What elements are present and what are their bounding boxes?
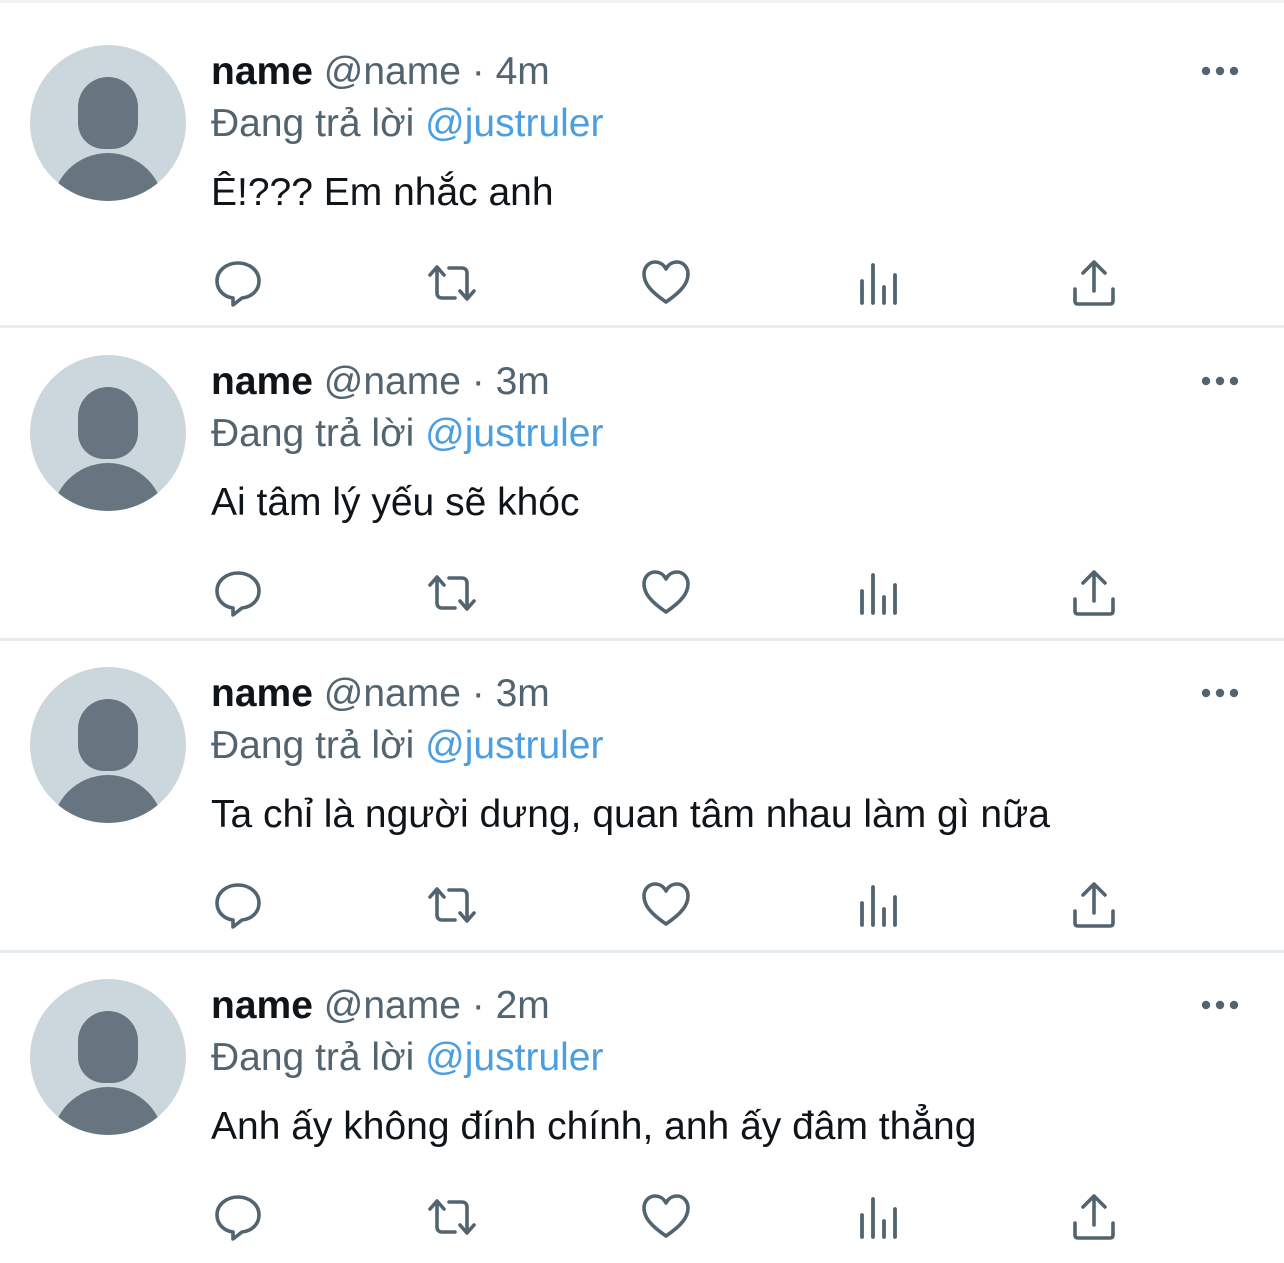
tweet[interactable]: name @name · 2m Đang trả lời @justruler … bbox=[0, 951, 1284, 1263]
tweet-text: Ê!??? Em nhắc anh bbox=[211, 171, 554, 214]
default-avatar-icon[interactable] bbox=[30, 355, 186, 511]
reply-mention-link[interactable]: @justruler bbox=[425, 724, 603, 767]
author-handle[interactable]: @name bbox=[324, 360, 461, 403]
like-icon[interactable] bbox=[640, 879, 692, 931]
default-avatar-icon[interactable] bbox=[30, 979, 186, 1135]
default-avatar-icon[interactable] bbox=[30, 667, 186, 823]
author-name[interactable]: name bbox=[211, 50, 313, 93]
replying-to-label: Đang trả lời bbox=[211, 1036, 415, 1079]
author-handle[interactable]: @name bbox=[324, 50, 461, 93]
reply-icon[interactable] bbox=[212, 567, 264, 619]
replying-to: Đang trả lời @justruler bbox=[211, 99, 603, 149]
tweet-time[interactable]: 3m bbox=[496, 360, 550, 403]
avatar-head bbox=[78, 77, 138, 149]
share-icon[interactable] bbox=[1068, 567, 1120, 619]
tweet-actions bbox=[0, 257, 1284, 309]
separator-dot: · bbox=[471, 360, 485, 403]
replying-to: Đang trả lời @justruler bbox=[211, 409, 603, 459]
reply-icon[interactable] bbox=[212, 1191, 264, 1243]
replying-to: Đang trả lời @justruler bbox=[211, 1033, 603, 1083]
avatar-head bbox=[78, 387, 138, 459]
tweet-header: name @name · 3m bbox=[211, 357, 550, 407]
share-icon[interactable] bbox=[1068, 257, 1120, 309]
replying-to-label: Đang trả lời bbox=[211, 412, 415, 455]
retweet-icon[interactable] bbox=[426, 879, 478, 931]
views-icon[interactable] bbox=[854, 257, 906, 309]
tweet-header: name @name · 4m bbox=[211, 47, 550, 97]
views-icon[interactable] bbox=[854, 1191, 906, 1243]
tweet-time[interactable]: 4m bbox=[496, 50, 550, 93]
author-handle[interactable]: @name bbox=[324, 984, 461, 1027]
reply-icon[interactable] bbox=[212, 257, 264, 309]
reply-feed: name @name · 4m Đang trả lời @justruler … bbox=[0, 0, 1284, 1263]
retweet-icon[interactable] bbox=[426, 257, 478, 309]
author-name[interactable]: name bbox=[211, 672, 313, 715]
author-handle[interactable]: @name bbox=[324, 672, 461, 715]
avatar-body bbox=[52, 463, 164, 511]
tweet-time[interactable]: 2m bbox=[496, 984, 550, 1027]
share-icon[interactable] bbox=[1068, 1191, 1120, 1243]
like-icon[interactable] bbox=[640, 1191, 692, 1243]
author-name[interactable]: name bbox=[211, 984, 313, 1027]
tweet-actions bbox=[0, 1191, 1284, 1243]
tweet-time[interactable]: 3m bbox=[496, 672, 550, 715]
avatar-head bbox=[78, 1011, 138, 1083]
tweet-header: name @name · 3m bbox=[211, 669, 550, 719]
separator-dot: · bbox=[471, 50, 485, 93]
tweet-actions bbox=[0, 567, 1284, 619]
reply-mention-link[interactable]: @justruler bbox=[425, 1036, 603, 1079]
author-name[interactable]: name bbox=[211, 360, 313, 403]
views-icon[interactable] bbox=[854, 879, 906, 931]
more-options-icon[interactable] bbox=[1198, 987, 1242, 1023]
reply-mention-link[interactable]: @justruler bbox=[425, 412, 603, 455]
avatar-body bbox=[52, 153, 164, 201]
separator-dot: · bbox=[471, 672, 485, 715]
separator-dot: · bbox=[471, 984, 485, 1027]
more-options-icon[interactable] bbox=[1198, 53, 1242, 89]
share-icon[interactable] bbox=[1068, 879, 1120, 931]
avatar-body bbox=[52, 1087, 164, 1135]
reply-icon[interactable] bbox=[212, 879, 264, 931]
more-options-icon[interactable] bbox=[1198, 363, 1242, 399]
tweet[interactable]: name @name · 3m Đang trả lời @justruler … bbox=[0, 327, 1284, 639]
tweet-text: Anh ấy không đính chính, anh ấy đâm thẳn… bbox=[211, 1105, 977, 1148]
retweet-icon[interactable] bbox=[426, 1191, 478, 1243]
reply-mention-link[interactable]: @justruler bbox=[425, 102, 603, 145]
like-icon[interactable] bbox=[640, 257, 692, 309]
views-icon[interactable] bbox=[854, 567, 906, 619]
like-icon[interactable] bbox=[640, 567, 692, 619]
avatar-body bbox=[52, 775, 164, 823]
tweet-text: Ta chỉ là người dưng, quan tâm nhau làm … bbox=[211, 793, 1050, 836]
replying-to: Đang trả lời @justruler bbox=[211, 721, 603, 771]
tweet[interactable]: name @name · 4m Đang trả lời @justruler … bbox=[0, 0, 1284, 312]
replying-to-label: Đang trả lời bbox=[211, 724, 415, 767]
default-avatar-icon[interactable] bbox=[30, 45, 186, 201]
more-options-icon[interactable] bbox=[1198, 675, 1242, 711]
tweet-actions bbox=[0, 879, 1284, 931]
tweet[interactable]: name @name · 3m Đang trả lời @justruler … bbox=[0, 639, 1284, 951]
replying-to-label: Đang trả lời bbox=[211, 102, 415, 145]
retweet-icon[interactable] bbox=[426, 567, 478, 619]
tweet-header: name @name · 2m bbox=[211, 981, 550, 1031]
avatar-head bbox=[78, 699, 138, 771]
tweet-text: Ai tâm lý yếu sẽ khóc bbox=[211, 481, 580, 524]
